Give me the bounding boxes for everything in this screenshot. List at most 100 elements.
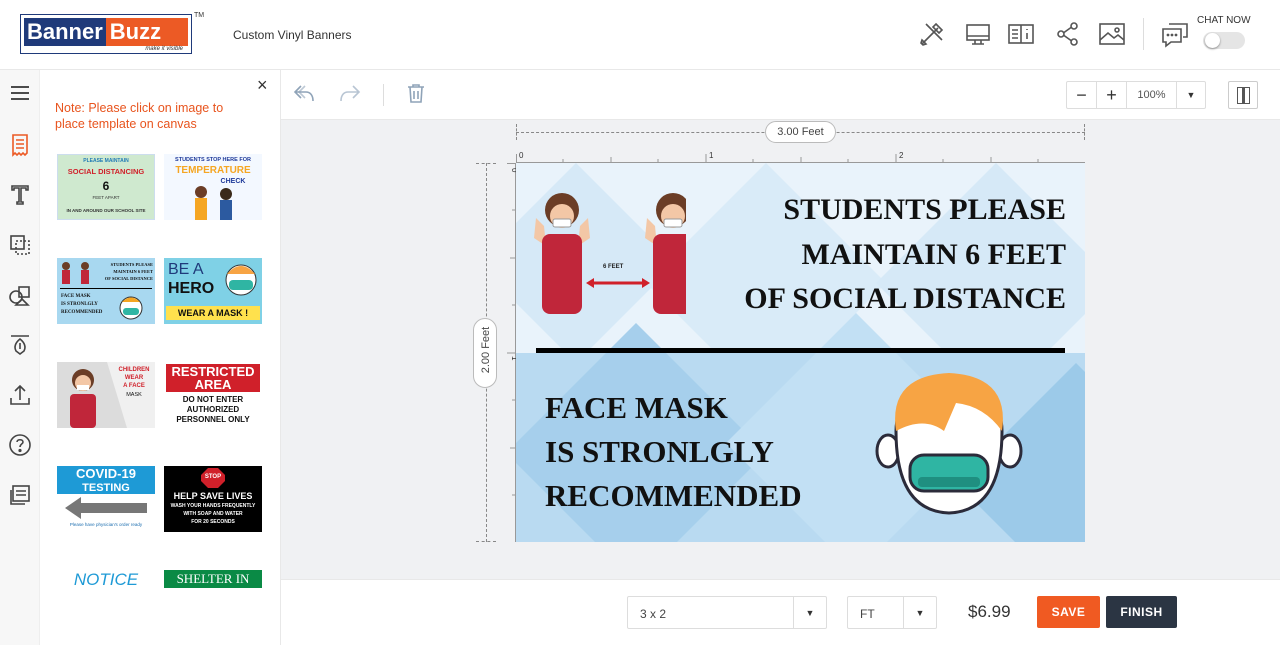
vertical-ruler: 0 1 xyxy=(507,163,516,542)
dimension-tick xyxy=(516,124,517,140)
mask-face-illustration xyxy=(119,296,143,320)
thumb-text: IN AND AROUND OUR SCHOOL SITE xyxy=(66,208,146,213)
trademark-mark: TM xyxy=(194,12,205,19)
template-thumb-shelter-in-place[interactable]: SHELTER IN xyxy=(164,570,262,588)
template-thumb-help-save-lives[interactable]: STOP HELP SAVE LIVES WASH YOUR HANDS FRE… xyxy=(164,466,262,532)
chevron-down-icon[interactable]: ▼ xyxy=(1177,82,1205,108)
height-label-text: 2.00 Feet xyxy=(480,326,492,374)
product-title: Custom Vinyl Banners xyxy=(233,28,352,42)
template-thumb-restricted-area[interactable]: RESTRICTED AREA DO NOT ENTER AUTHORIZED … xyxy=(164,362,262,428)
tool-rail xyxy=(0,70,40,645)
zoom-value[interactable]: 100% xyxy=(1127,82,1177,108)
book-info-icon[interactable] xyxy=(1007,20,1035,48)
thumb-text: AREA xyxy=(194,377,232,392)
banner-line-5: IS STRONLGLY xyxy=(545,434,774,469)
chat-toggle[interactable] xyxy=(1203,32,1245,49)
finish-button[interactable]: FINISH xyxy=(1106,596,1177,628)
notes-icon[interactable] xyxy=(5,480,35,510)
thumb-text: MASK xyxy=(126,392,142,398)
template-thumb-be-a-hero[interactable]: BE A HERO WEAR A MASK ! xyxy=(164,258,262,324)
thumb-text: PLEASE MAINTAIN xyxy=(83,158,129,164)
shapes-icon[interactable] xyxy=(5,280,35,310)
banner-line-6: RECOMMENDED xyxy=(545,478,802,513)
thumb-text: NOTICE xyxy=(73,570,139,589)
mask-face-illustration xyxy=(875,373,1023,515)
clipart-icon[interactable] xyxy=(5,330,35,360)
chevron-down-icon[interactable]: ▼ xyxy=(903,597,936,628)
banner-divider-line xyxy=(536,348,1065,353)
save-button[interactable]: SAVE xyxy=(1037,596,1100,628)
thumb-text: IS STRONLGLY xyxy=(61,302,98,307)
people-distancing-illustration xyxy=(534,193,686,314)
ruler-label: 2 xyxy=(899,151,904,160)
thumb-text: MAINTAIN 6 FEET xyxy=(113,269,153,274)
thumb-text: FOR 20 SECONDS xyxy=(191,519,235,525)
thumb-banner-red: RESTRICTED AREA xyxy=(166,364,260,392)
banner-line-2: MAINTAIN 6 FEET xyxy=(801,238,1066,271)
ruler-label: 1 xyxy=(709,151,714,160)
upload-icon[interactable] xyxy=(5,380,35,410)
thumb-text: WEAR xyxy=(124,375,144,381)
view-toggle-button[interactable] xyxy=(1228,81,1258,109)
people-illustration xyxy=(62,262,89,284)
layers-icon[interactable] xyxy=(5,230,35,260)
chevron-down-icon[interactable]: ▼ xyxy=(793,597,826,628)
thumb-text: HELP SAVE LIVES xyxy=(173,491,253,501)
thumb-text: DO NOT ENTER xyxy=(182,395,244,404)
header-bar: Banner Buzz make it visible TM Custom Vi… xyxy=(0,0,1280,70)
redo-icon[interactable] xyxy=(339,82,365,108)
trash-icon[interactable] xyxy=(405,82,431,108)
thumb-text: SHELTER IN xyxy=(176,571,250,586)
panel-note: Note: Please click on image to place tem… xyxy=(55,101,224,131)
panel-layout-icon-bar xyxy=(1242,87,1245,104)
help-icon[interactable] xyxy=(5,430,35,460)
menu-icon[interactable] xyxy=(5,78,35,108)
image-icon[interactable] xyxy=(1098,20,1126,48)
thumb-text: WITH SOAP AND WATER xyxy=(183,511,243,517)
chat-icon[interactable] xyxy=(1161,20,1189,48)
templates-icon[interactable] xyxy=(5,130,35,160)
horizontal-ruler: 0 1 2 xyxy=(516,151,1085,163)
bottom-bar: 3 x 2 ▼ FT ▼ $6.99 SAVE FINISH xyxy=(281,579,1280,645)
bannerbuzz-logo[interactable]: Banner Buzz make it visible xyxy=(20,14,192,54)
dimension-tick xyxy=(476,163,496,164)
close-icon[interactable]: × xyxy=(257,76,268,94)
price-label: $6.99 xyxy=(968,602,1011,621)
tools-icon[interactable] xyxy=(918,20,946,48)
unit-value: FT xyxy=(860,607,875,621)
toolbar-divider xyxy=(383,84,384,106)
text-icon[interactable] xyxy=(5,180,35,210)
template-thumb-children-wear-mask[interactable]: CHILDREN WEAR A FACE MASK xyxy=(57,362,155,428)
template-thumb-social-distancing[interactable]: PLEASE MAINTAIN SOCIAL DISTANCING 6 FEET… xyxy=(57,154,155,220)
template-thumb-students-face-mask[interactable]: STUDENTS PLEASE MAINTAIN 6 FEET OF SOCIA… xyxy=(57,258,155,324)
thumb-text: AUTHORIZED xyxy=(186,405,240,414)
distance-label: 6 FEET xyxy=(603,264,624,270)
monitor-icon[interactable] xyxy=(964,20,992,48)
header-divider xyxy=(1143,18,1144,50)
template-thumb-temperature-check[interactable]: STUDENTS STOP HERE FOR TEMPERATURE CHECK xyxy=(164,154,262,220)
chat-now-label: CHAT NOW xyxy=(1197,15,1251,26)
share-icon[interactable] xyxy=(1054,20,1082,48)
thumb-text: Please have physician's order ready xyxy=(69,522,143,527)
zoom-in-button[interactable]: + xyxy=(1097,82,1127,108)
thumb-text: HERO xyxy=(168,280,215,297)
thumb-text: TEMPERATURE xyxy=(175,165,251,176)
zoom-control: − + 100% ▼ xyxy=(1066,81,1206,109)
unit-select[interactable]: FT ▼ xyxy=(847,596,937,629)
logo-tagline: make it visible xyxy=(145,46,183,52)
size-value: 3 x 2 xyxy=(640,607,667,621)
undo-icon[interactable] xyxy=(293,82,319,108)
banner-design-canvas[interactable]: 6 FEET STUDENTS PLEASE MAINTAIN 6 FEET O… xyxy=(516,163,1085,542)
banner-line-4: FACE MASK xyxy=(545,390,728,425)
dimension-tick xyxy=(476,541,496,542)
thumb-text: STUDENTS PLEASE xyxy=(110,262,153,267)
template-thumb-notice[interactable]: NOTICE xyxy=(57,570,155,594)
thumb-text: A FACE xyxy=(123,383,145,389)
thumb-text: FACE MASK xyxy=(61,294,91,299)
template-thumb-covid-testing[interactable]: COVID-19 TESTING Please have physician's… xyxy=(57,466,155,532)
width-label: 3.00 Feet xyxy=(765,121,836,143)
thumb-text: FEET APART xyxy=(92,195,120,200)
size-select[interactable]: 3 x 2 ▼ xyxy=(627,596,827,629)
zoom-out-button[interactable]: − xyxy=(1067,82,1097,108)
thumb-banner-blue: COVID-19 TESTING xyxy=(57,466,155,494)
